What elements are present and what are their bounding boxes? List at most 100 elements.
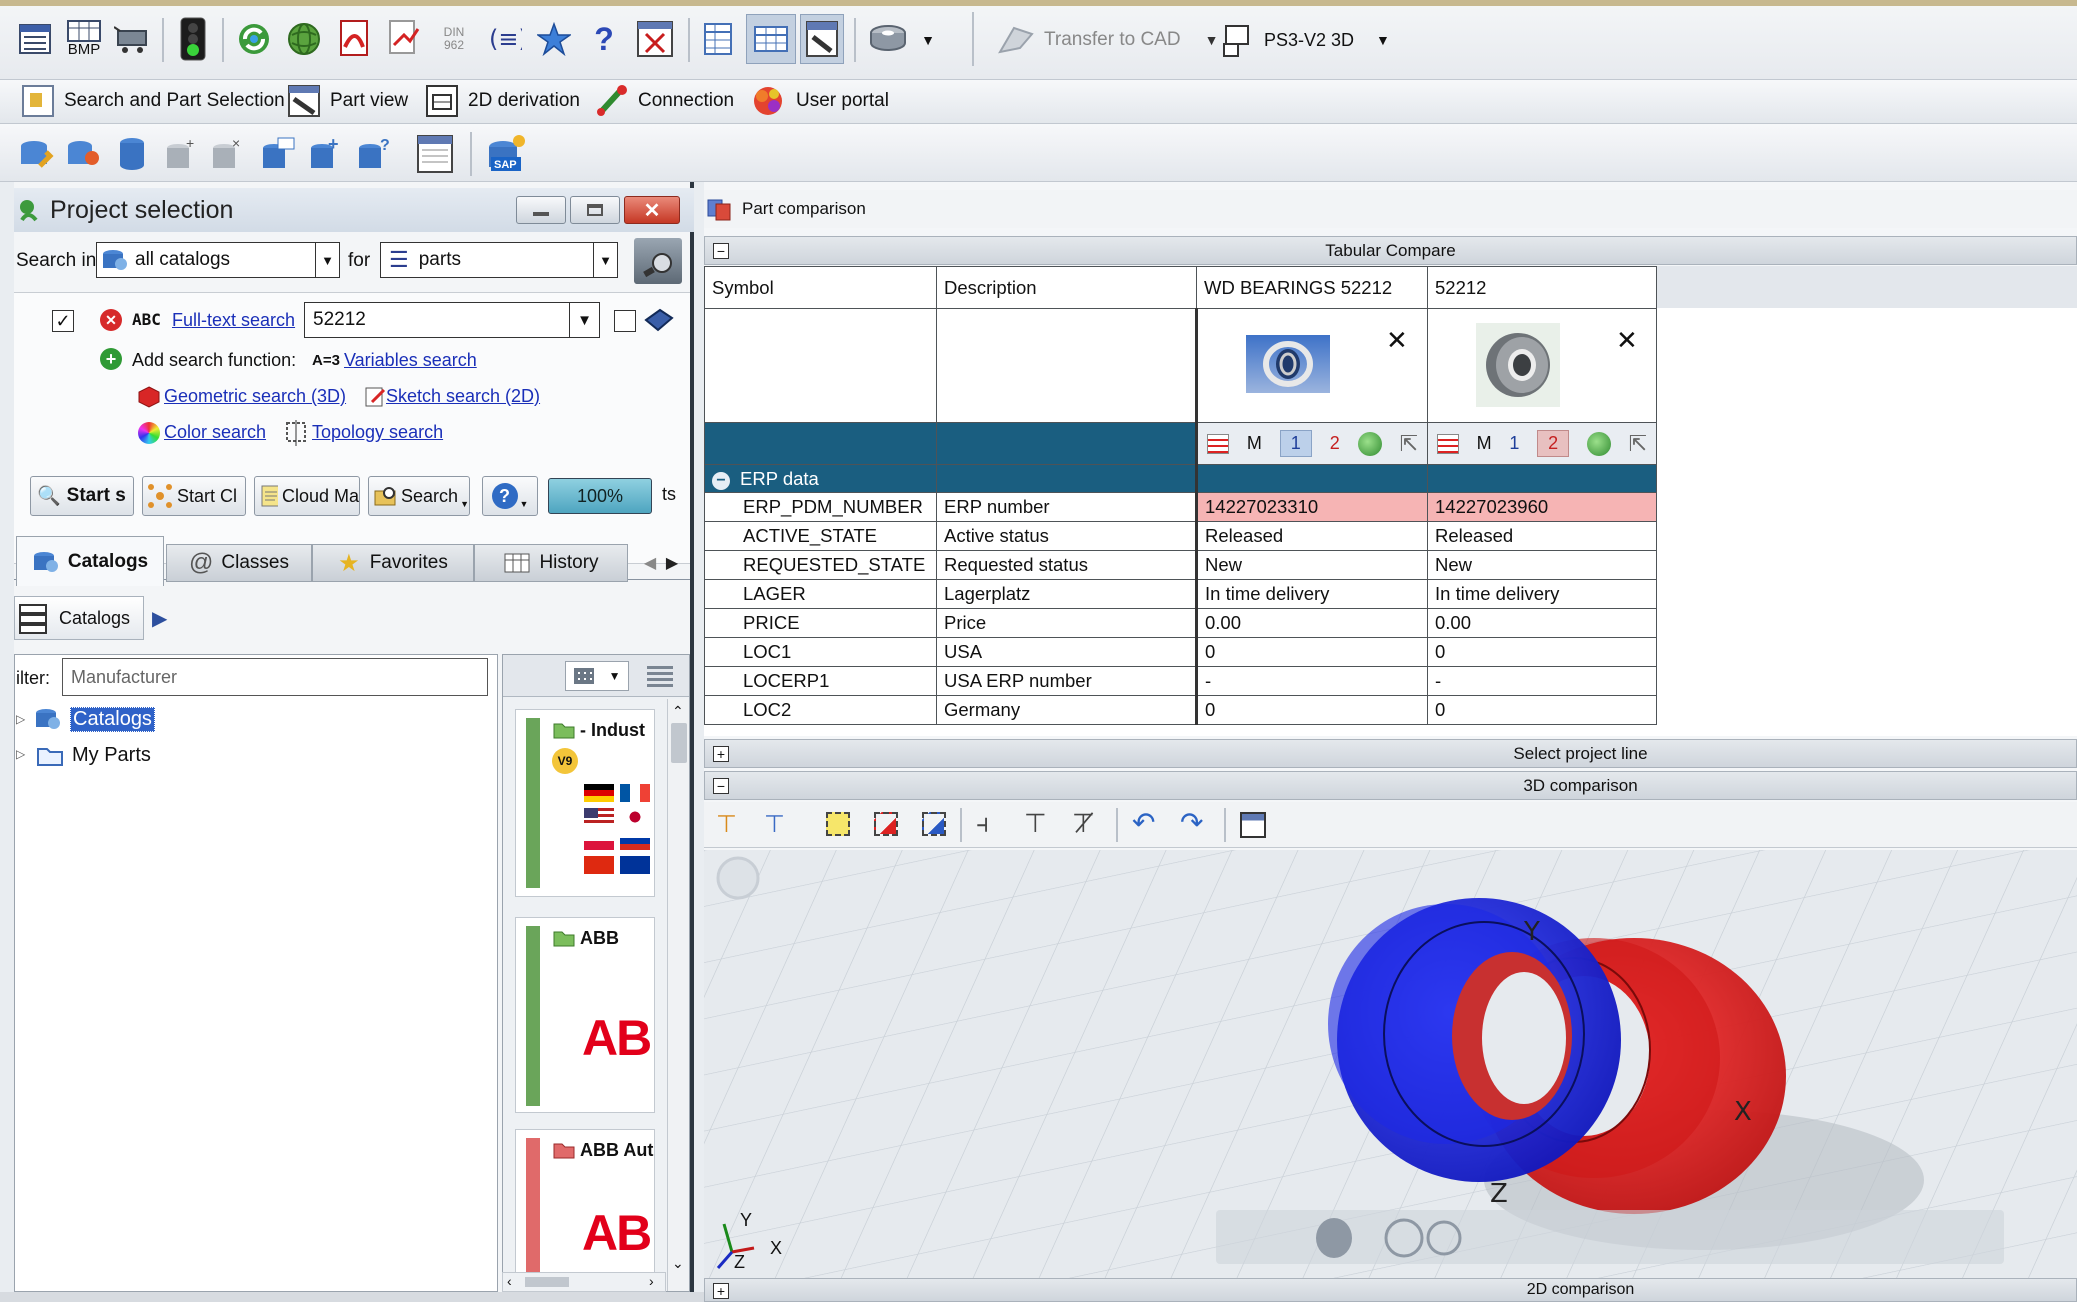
- part-view-icon[interactable]: [800, 14, 844, 64]
- pdf-icon[interactable]: [334, 16, 374, 60]
- erp-section-header[interactable]: − ERP data: [704, 464, 937, 493]
- tiles-scrollbar[interactable]: ⌃ ⌄: [667, 699, 689, 1291]
- catalog-mail-icon[interactable]: [258, 134, 298, 174]
- measure-icon[interactable]: ⊤: [1024, 808, 1047, 839]
- list-view-icon[interactable]: [647, 665, 673, 687]
- part-icon[interactable]: [866, 18, 910, 60]
- table-row[interactable]: PRICE Price 0.00 0.00: [704, 608, 1657, 638]
- nav-user-portal[interactable]: User portal: [748, 82, 889, 120]
- dropdown-icon[interactable]: ▼: [918, 30, 938, 50]
- maximize-button[interactable]: [570, 196, 620, 224]
- filter-b-icon[interactable]: ⊤: [764, 810, 785, 839]
- traffic-light-icon[interactable]: [172, 15, 214, 63]
- sap-icon[interactable]: SAP: [484, 132, 528, 176]
- for-select[interactable]: ☰ parts ▼: [380, 242, 618, 278]
- hscroll-thumb[interactable]: [525, 1277, 569, 1287]
- chevron-down-icon[interactable]: ▼: [593, 243, 617, 277]
- tree-item-catalogs[interactable]: Catalogs: [34, 702, 155, 736]
- ps3-button[interactable]: PS3-V2 3D ▼: [1222, 18, 1390, 62]
- measure-add-icon[interactable]: ⊤̸: [1072, 808, 1095, 839]
- catalog-open-icon[interactable]: [16, 134, 56, 174]
- search-options-button[interactable]: Search ▼: [368, 476, 470, 516]
- scroll-up-icon[interactable]: ⌃: [672, 703, 684, 720]
- share-icon[interactable]: ⇱: [1629, 431, 1647, 457]
- remove-search-icon[interactable]: ✕: [100, 309, 122, 331]
- catalog-delete-icon[interactable]: ×: [208, 134, 248, 174]
- tab-scroll-left-icon[interactable]: ◀: [640, 550, 660, 576]
- view-1-button[interactable]: 1: [1509, 433, 1519, 454]
- fulltext-checkbox[interactable]: ✓: [52, 310, 74, 332]
- filter-input[interactable]: Manufacturer: [62, 658, 488, 696]
- tab-favorites[interactable]: ★ Favorites: [312, 544, 474, 582]
- add-search-icon[interactable]: +: [100, 348, 122, 370]
- tree-expand-icon[interactable]: ▷: [16, 712, 25, 726]
- viewport-3d[interactable]: Y X Z Y X Z: [704, 850, 2077, 1278]
- nav-part-view[interactable]: Part view: [286, 82, 408, 120]
- option-checkbox[interactable]: [614, 310, 636, 332]
- book-icon[interactable]: [644, 306, 676, 336]
- tiles-hscrollbar[interactable]: ‹ ›: [502, 1272, 666, 1292]
- scroll-left-icon[interactable]: ‹: [507, 1273, 512, 1289]
- header-part-b[interactable]: 52212: [1427, 266, 1657, 309]
- fulltext-search-link[interactable]: Full-text search: [172, 310, 295, 331]
- geometric-search-link[interactable]: Geometric search (3D): [164, 386, 346, 407]
- tab-classes[interactable]: @ Classes: [166, 544, 312, 582]
- table-row[interactable]: LOCERP1 USA ERP number - -: [704, 666, 1657, 696]
- tab-scroll-right-icon[interactable]: ▶: [662, 550, 682, 576]
- select-red-icon[interactable]: [874, 812, 898, 836]
- chevron-down-icon[interactable]: ▼: [315, 243, 339, 277]
- grid-view-button[interactable]: ▼: [565, 661, 629, 691]
- expand-icon[interactable]: +: [713, 746, 729, 762]
- catalog-users-icon[interactable]: [64, 134, 104, 174]
- comparison-3d-bar[interactable]: − 3D comparison: [704, 771, 2077, 800]
- scroll-down-icon[interactable]: ⌄: [672, 1255, 684, 1272]
- breadcrumb-arrow-icon[interactable]: ▶: [152, 606, 167, 631]
- view-1-button[interactable]: 1: [1279, 430, 1312, 457]
- breadcrumb[interactable]: Catalogs: [14, 596, 144, 640]
- color-search-link[interactable]: Color search: [164, 422, 266, 443]
- header-part-a[interactable]: WD BEARINGS 52212: [1196, 266, 1428, 309]
- cart-icon[interactable]: [112, 20, 154, 58]
- view-2-button[interactable]: 2: [1537, 430, 1570, 457]
- table-cell-icon[interactable]: [1436, 433, 1459, 454]
- sketch-search-link[interactable]: Sketch search (2D): [386, 386, 540, 407]
- help-dropdown-button[interactable]: ? ▼: [482, 476, 538, 516]
- collapse-icon[interactable]: −: [713, 243, 729, 259]
- globe-view-icon[interactable]: [1586, 431, 1611, 456]
- scroll-thumb[interactable]: [671, 723, 687, 763]
- share-icon[interactable]: ⇱: [1400, 431, 1418, 457]
- tab-catalogs[interactable]: Catalogs: [16, 536, 164, 586]
- help-icon[interactable]: ?: [584, 18, 624, 60]
- close-box-icon[interactable]: [634, 18, 676, 60]
- database-icon[interactable]: [114, 134, 150, 174]
- table-icon[interactable]: [698, 18, 738, 60]
- screen-icon[interactable]: [1240, 812, 1266, 838]
- transfer-to-cad-button[interactable]: Transfer to CAD ▼: [996, 18, 1218, 62]
- catalog-tile[interactable]: ABB Aut AB: [515, 1129, 655, 1279]
- search-binoculars-button[interactable]: [634, 238, 682, 284]
- redo-icon[interactable]: ↷: [1180, 806, 1203, 839]
- split-icon[interactable]: ⫞: [976, 808, 989, 840]
- export-icon[interactable]: [384, 16, 424, 60]
- header-description[interactable]: Description: [936, 266, 1197, 309]
- din-icon[interactable]: DIN 962: [434, 18, 474, 60]
- cloud-manager-button[interactable]: Cloud Ma: [254, 476, 360, 516]
- fulltext-search-input[interactable]: 52212 ▼: [304, 302, 600, 338]
- table-row[interactable]: LOC1 USA 0 0: [704, 637, 1657, 667]
- catalog-table-icon[interactable]: [414, 132, 456, 176]
- transfer-cad-dropdown-icon[interactable]: ▼: [1205, 32, 1219, 48]
- catalog-tile[interactable]: ABB AB: [515, 917, 655, 1113]
- scroll-right-icon[interactable]: ›: [649, 1273, 654, 1289]
- table-cell-icon[interactable]: [1206, 433, 1229, 454]
- close-button[interactable]: ✕: [624, 196, 680, 224]
- table-row[interactable]: REQUESTED_STATE Requested status New New: [704, 550, 1657, 580]
- undo-icon[interactable]: ↶: [1132, 806, 1155, 839]
- minimize-button[interactable]: [516, 196, 566, 224]
- view-m-button[interactable]: M: [1477, 433, 1492, 454]
- start-search-button[interactable]: 🔍 Start s: [30, 476, 134, 516]
- nav-search-part-selection[interactable]: Search and Part Selection: [20, 82, 285, 120]
- remove-part-b-icon[interactable]: ✕: [1616, 325, 1638, 356]
- refresh-icon[interactable]: [234, 18, 274, 60]
- table-view-icon[interactable]: [746, 14, 796, 64]
- variables-search-link[interactable]: Variables search: [344, 350, 477, 371]
